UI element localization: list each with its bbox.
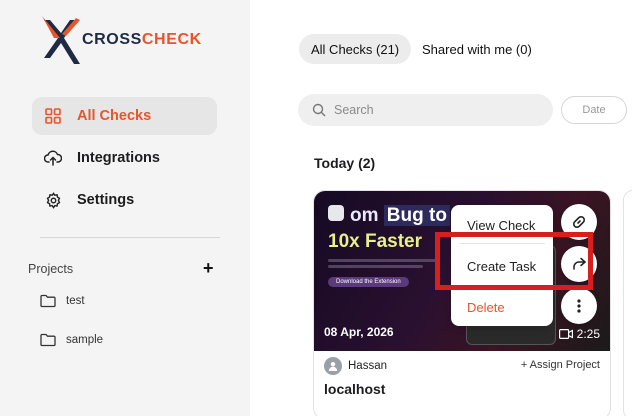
sidebar-item-settings[interactable]: Settings [32, 181, 217, 219]
projects-label: Projects [28, 262, 74, 276]
gear-icon [44, 191, 62, 209]
sidebar-item-all-checks[interactable]: All Checks [32, 97, 217, 135]
menu-item-view-check[interactable]: View Check [467, 218, 535, 233]
logo: CROSSCHECK [40, 14, 202, 66]
sidebar-divider [40, 237, 220, 238]
search-placeholder: Search [334, 103, 374, 117]
video-icon [558, 329, 573, 339]
project-name: test [66, 295, 85, 307]
card-user-name: Hassan [348, 360, 387, 372]
app-root: CROSSCHECK All Checks Integrations Setti… [0, 0, 632, 416]
sidebar: CROSSCHECK All Checks Integrations Setti… [0, 0, 250, 416]
card-select-checkbox[interactable] [328, 205, 344, 221]
sidebar-item-label: Settings [77, 192, 135, 208]
thumb-subheadline: 10x Faster [328, 231, 423, 252]
search-icon [312, 103, 326, 117]
search-input[interactable]: Search [298, 94, 553, 126]
link-icon [572, 215, 586, 229]
section-title: Today (2) [314, 155, 376, 171]
tab-all-checks[interactable]: All Checks (21) [299, 34, 412, 64]
highlight-box [435, 232, 593, 290]
thumb-text-line [328, 259, 438, 262]
kebab-menu-icon [577, 299, 581, 313]
card-date: 08 Apr, 2026 [324, 325, 394, 339]
avatar [324, 357, 342, 375]
card-duration: 2:25 [558, 327, 600, 341]
menu-item-delete[interactable]: Delete [467, 300, 505, 315]
cloud-upload-icon [44, 149, 62, 167]
grid-icon [44, 107, 62, 125]
user-icon [328, 362, 338, 371]
project-item-sample[interactable]: sample [40, 333, 103, 347]
add-project-button[interactable]: + [203, 259, 214, 277]
thumb-headline: om Bug to [350, 205, 450, 227]
thumb-text-line [328, 265, 423, 268]
folder-icon [40, 333, 56, 347]
tab-shared-with-me[interactable]: Shared with me (0) [410, 34, 544, 64]
sidebar-item-label: All Checks [77, 108, 152, 124]
card-user: Hassan [324, 357, 387, 375]
project-item-test[interactable]: test [40, 294, 85, 308]
thumb-download-button: Download the Extension [328, 277, 409, 287]
folder-icon [40, 294, 56, 308]
logo-x-icon [42, 16, 80, 64]
next-card[interactable] [623, 190, 632, 416]
project-name: sample [66, 334, 104, 346]
date-filter-button[interactable]: Date [561, 96, 627, 124]
logo-text: CROSSCHECK [82, 31, 202, 48]
assign-project-link[interactable]: + Assign Project [521, 359, 600, 371]
sidebar-item-integrations[interactable]: Integrations [32, 139, 217, 177]
card-title[interactable]: localhost [324, 381, 385, 397]
sidebar-item-label: Integrations [77, 150, 160, 166]
more-options-button[interactable] [561, 288, 597, 324]
